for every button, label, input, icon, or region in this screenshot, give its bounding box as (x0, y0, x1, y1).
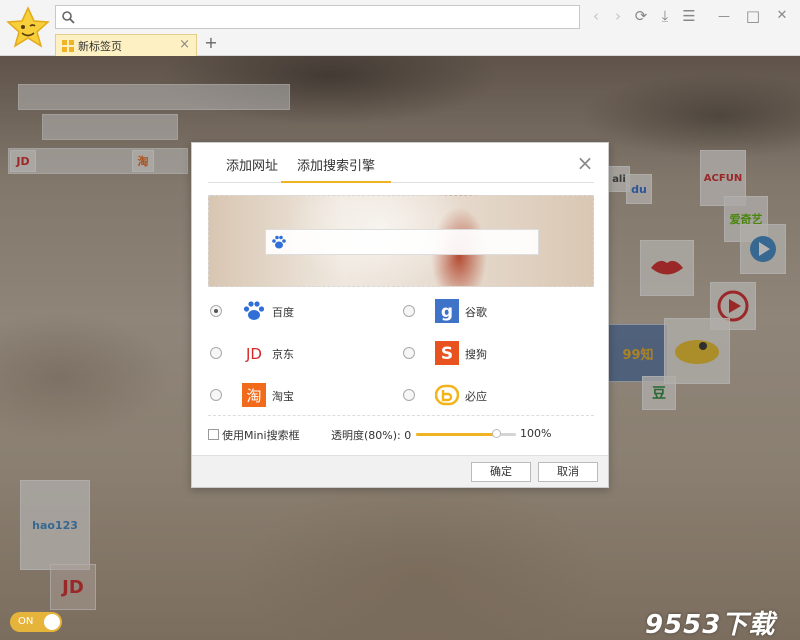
radio-jd[interactable] (210, 347, 222, 359)
tab-add-search-engine[interactable]: 添加搜索引擎 (280, 155, 392, 183)
engine-option-baidu[interactable]: 百度 (210, 299, 380, 325)
cancel-button[interactable]: 取消 (538, 462, 598, 482)
radio-bing[interactable] (403, 389, 415, 401)
tab-close-icon[interactable]: × (179, 37, 190, 52)
browser-chrome: ‹ › ⟳ ⤓ ☰ — □ ✕ 新标签页 × + (0, 0, 800, 56)
preview-search-box (265, 229, 539, 255)
engine-name: 百度 (272, 306, 294, 319)
menu-icon[interactable]: ☰ (679, 6, 699, 26)
taobao-icon: 淘 (242, 383, 266, 407)
refresh-icon[interactable]: ⟳ (631, 6, 651, 26)
grid-icon (62, 40, 74, 52)
watermark: 9553下载 (645, 610, 776, 640)
close-icon[interactable]: × (576, 153, 594, 173)
searchbox-preview (208, 195, 594, 287)
baidu-paw-icon (272, 235, 286, 249)
engine-name: 京东 (272, 348, 294, 361)
bing-icon (435, 384, 459, 406)
ok-button[interactable]: 确定 (471, 462, 531, 482)
minimize-icon[interactable]: — (714, 6, 734, 26)
forward-icon[interactable]: › (608, 6, 628, 26)
baidu-icon (243, 301, 265, 320)
svg-text:淘: 淘 (246, 387, 261, 405)
new-tab-button[interactable]: + (203, 34, 219, 52)
opacity-max-label: 100% (520, 427, 552, 440)
engine-name: 谷歌 (465, 306, 487, 319)
google-icon: g (435, 299, 459, 323)
engine-option-taobao[interactable]: 淘 淘宝 (210, 383, 380, 409)
address-bar[interactable] (55, 5, 580, 29)
engine-option-bing[interactable]: 必应 (403, 383, 573, 409)
close-window-icon[interactable]: ✕ (772, 6, 792, 26)
engine-option-google[interactable]: g 谷歌 (403, 299, 573, 325)
opacity-slider[interactable] (416, 429, 516, 438)
maximize-icon[interactable]: □ (743, 6, 763, 26)
engine-name: 搜狗 (465, 348, 487, 361)
options-row: 使用Mini搜索框 透明度(80%): 0 100% (208, 415, 594, 447)
engine-name: 淘宝 (272, 390, 294, 403)
jd-icon: JD (245, 345, 262, 363)
mini-searchbox-checkbox[interactable] (208, 429, 219, 440)
engine-name: 必应 (465, 390, 487, 403)
mini-searchbox-label[interactable]: 使用Mini搜索框 (222, 427, 300, 443)
toggle-knob (44, 614, 60, 630)
svg-text:S: S (441, 344, 453, 364)
wallpaper-toggle[interactable]: ON (10, 612, 62, 632)
radio-baidu[interactable] (210, 305, 222, 317)
engine-option-sogou[interactable]: S 搜狗 (403, 341, 573, 367)
radio-google[interactable] (403, 305, 415, 317)
tab-new-tab[interactable]: 新标签页 × (55, 34, 197, 56)
svg-text:JD: JD (245, 345, 262, 363)
radio-sogou[interactable] (403, 347, 415, 359)
tab-add-url[interactable]: 添加网址 (226, 155, 278, 174)
dialog-tabs: 添加网址 添加搜索引擎 (208, 143, 594, 183)
sogou-icon: S (435, 341, 459, 365)
back-icon[interactable]: ‹ (586, 6, 606, 26)
tab-label: 新标签页 (78, 40, 122, 53)
dialog-footer: 确定 取消 (192, 455, 608, 487)
opacity-label: 透明度(80%): 0 (331, 429, 412, 442)
engine-option-jd[interactable]: JD 京东 (210, 341, 380, 367)
download-icon[interactable]: ⤓ (655, 6, 675, 26)
tab-bar: 新标签页 × + (0, 33, 800, 56)
opacity-slider-fill (416, 433, 496, 436)
svg-text:g: g (441, 302, 453, 322)
opacity-slider-thumb[interactable] (492, 429, 501, 438)
radio-taobao[interactable] (210, 389, 222, 401)
address-input[interactable] (80, 8, 575, 26)
add-search-engine-dialog: 添加网址 添加搜索引擎 × 百度 g 谷歌 JD 京东 S 搜狗 淘 淘宝 必应… (191, 142, 609, 488)
search-icon (62, 11, 75, 24)
toggle-label: ON (18, 616, 34, 627)
